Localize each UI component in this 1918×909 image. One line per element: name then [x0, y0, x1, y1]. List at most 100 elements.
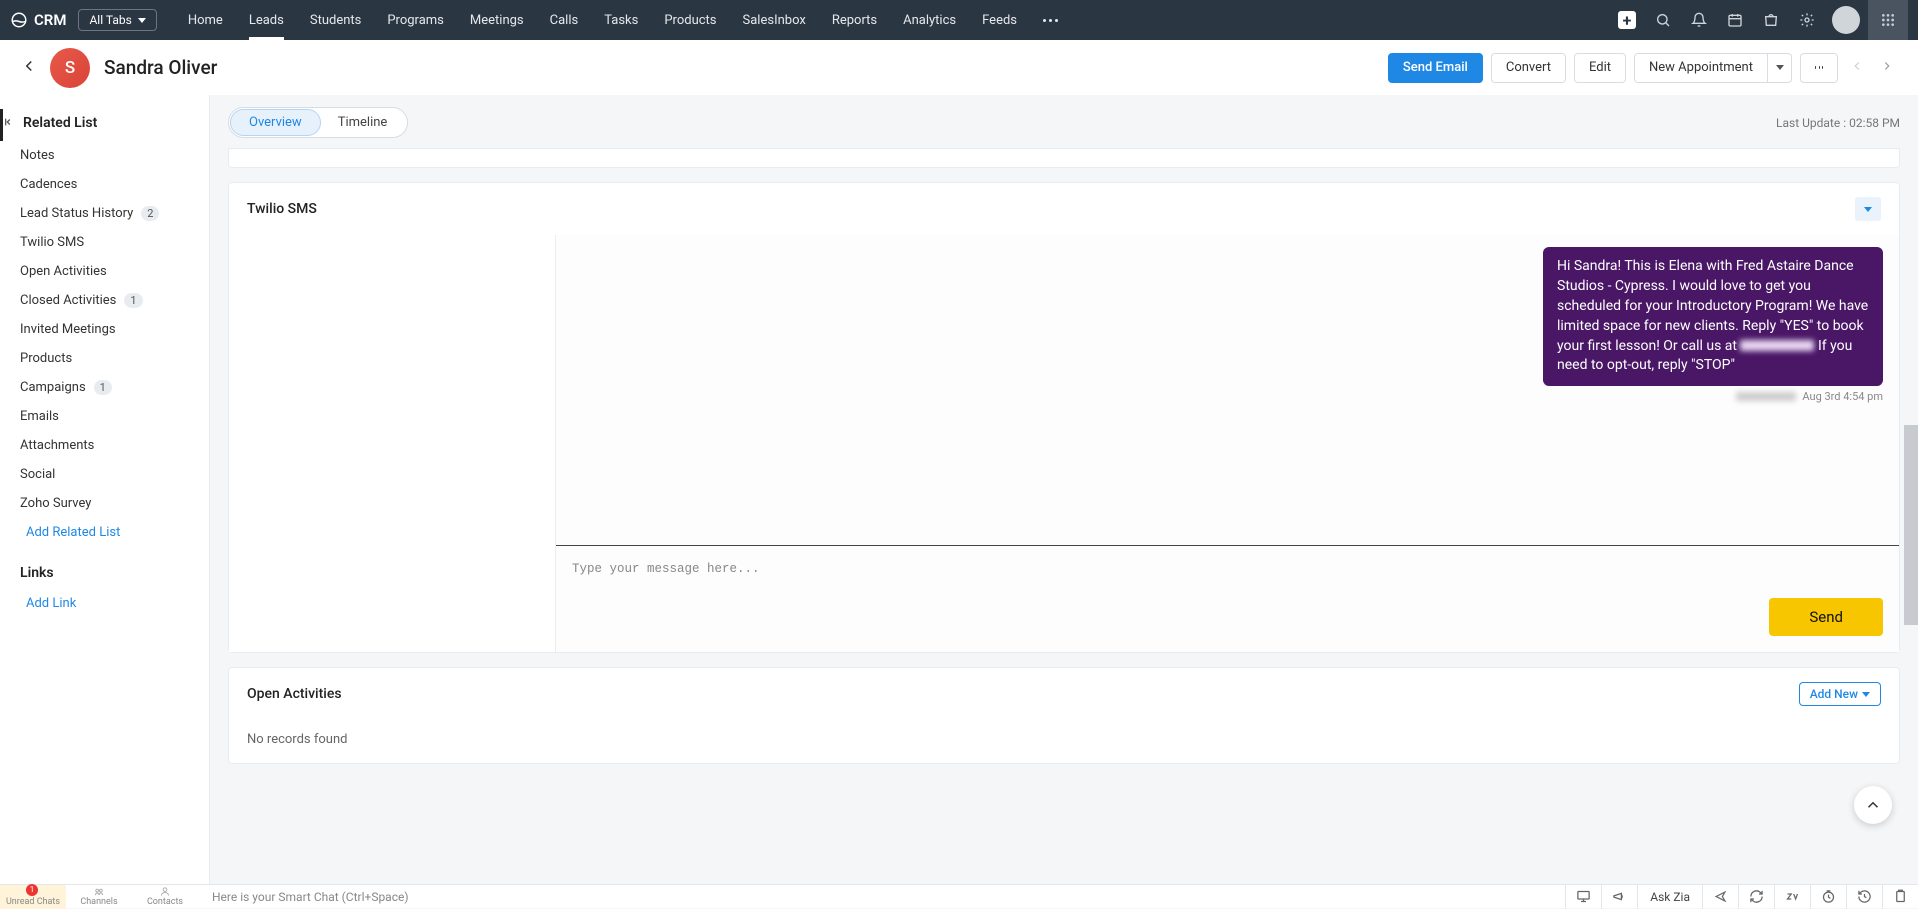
channels-icon [92, 886, 106, 897]
sms-left-panel [229, 235, 556, 652]
contacts-icon [158, 886, 172, 897]
smart-chat-hint[interactable]: Here is your Smart Chat (Ctrl+Space) [212, 890, 409, 904]
ask-zia-button[interactable]: Ask Zia [1637, 885, 1702, 909]
sidebar-items: NotesCadences Lead Status History 2 Twilio … [0, 141, 209, 518]
twilio-options-button[interactable] [1855, 197, 1881, 221]
chevron-right-icon [1880, 59, 1894, 73]
edit-button[interactable]: Edit [1574, 53, 1626, 83]
settings-button[interactable] [1790, 3, 1824, 37]
sidebar-item-open-activities[interactable]: Open Activities [0, 257, 209, 286]
all-tabs-dropdown[interactable]: All Tabs [78, 9, 156, 31]
nav-salesinbox[interactable]: SalesInbox [730, 0, 819, 40]
sms-messages[interactable]: Hi Sandra! This is Elena with Fred Astai… [556, 235, 1899, 545]
topbar-right: + [1610, 0, 1908, 40]
nav-meetings[interactable]: Meetings [457, 0, 537, 40]
bb-ico-5[interactable] [1846, 885, 1882, 909]
sidebar-item-twilio-sms[interactable]: Twilio SMS [0, 228, 209, 257]
sidebar-item-lead-status-history[interactable]: Lead Status History 2 [0, 199, 209, 228]
tab-overview[interactable]: Overview [230, 109, 321, 136]
send-email-button[interactable]: Send Email [1388, 53, 1483, 83]
chevron-down-icon [1864, 207, 1872, 212]
clipboard-icon [1893, 889, 1908, 904]
add-link[interactable]: Add Link [0, 589, 209, 618]
sidebar-item-label: Lead Status History [20, 206, 133, 221]
bb-ico-3[interactable] [1774, 885, 1810, 909]
nav-programs[interactable]: Programs [374, 0, 457, 40]
convert-button[interactable]: Convert [1491, 53, 1566, 83]
bb-ico-1[interactable] [1702, 885, 1738, 909]
nav-students[interactable]: Students [297, 0, 375, 40]
search-button[interactable] [1646, 3, 1680, 37]
nav-calls[interactable]: Calls [537, 0, 592, 40]
sms-compose: Send [556, 545, 1899, 652]
all-tabs-label: All Tabs [89, 13, 131, 27]
back-button[interactable] [20, 57, 38, 79]
crm-logo[interactable]: CRM [10, 11, 66, 29]
bottom-tab-contacts[interactable]: Contacts [132, 885, 198, 909]
nav-more[interactable] [1030, 19, 1071, 22]
redacted-phone [1740, 340, 1814, 351]
sidebar-item-campaigns[interactable]: Campaigns1 [0, 373, 209, 402]
sidebar-item-emails[interactable]: Emails [0, 402, 209, 431]
za-icon [1785, 889, 1800, 904]
open-activities-title: Open Activities [247, 686, 342, 702]
sidebar-item-invited-meetings[interactable]: Invited Meetings [0, 315, 209, 344]
sidebar-item-social[interactable]: Social [0, 460, 209, 489]
marketplace-button[interactable] [1754, 3, 1788, 37]
tab-timeline[interactable]: Timeline [320, 110, 406, 135]
sidebar-item-notes[interactable]: Notes [0, 141, 209, 170]
nav-analytics[interactable]: Analytics [890, 0, 969, 40]
add-related-list-link[interactable]: Add Related List [0, 518, 209, 547]
new-appointment-button[interactable]: New Appointment [1634, 53, 1768, 83]
last-update-time: 02:58 PM [1849, 116, 1900, 130]
bb-ico-2[interactable] [1738, 885, 1774, 909]
bottom-tab-label: Channels [80, 898, 117, 907]
new-appointment-caret[interactable] [1768, 53, 1792, 83]
sidebar-badge: 2 [141, 206, 159, 221]
nav-leads[interactable]: Leads [236, 0, 297, 40]
sidebar-item-products[interactable]: Products [0, 344, 209, 373]
clock-icon [1821, 889, 1836, 904]
sidebar-collapse[interactable] [4, 112, 14, 131]
calendar-icon [1727, 12, 1743, 28]
twilio-sms-card: Twilio SMS Hi Sandra! This is Elena with… [228, 182, 1900, 653]
bb-announce-button[interactable] [1601, 885, 1637, 909]
lead-avatar: S [50, 48, 90, 88]
apps-menu[interactable] [1868, 0, 1908, 40]
new-appointment-split: New Appointment [1634, 53, 1792, 83]
sms-send-button[interactable]: Send [1769, 598, 1883, 636]
main-scrollbar[interactable] [1904, 425, 1918, 625]
sidebar-item-label: Campaigns [20, 380, 86, 395]
bb-ico-6[interactable] [1882, 885, 1918, 909]
more-actions-button[interactable] [1800, 53, 1838, 83]
bb-ico-4[interactable] [1810, 885, 1846, 909]
chevron-down-icon [138, 18, 146, 23]
nav-tasks[interactable]: Tasks [591, 0, 651, 40]
sidebar-item-cadences[interactable]: Cadences [0, 170, 209, 199]
user-avatar[interactable] [1832, 6, 1860, 34]
nav-products[interactable]: Products [651, 0, 729, 40]
nav-feeds[interactable]: Feeds [969, 0, 1030, 40]
bb-chat-button[interactable] [1565, 885, 1601, 909]
sidebar-item-label: Products [20, 351, 72, 366]
sidebar-item-label: Zoho Survey [20, 496, 91, 511]
sidebar-item-label: Closed Activities [20, 293, 116, 308]
bottom-tab-label: Contacts [147, 898, 183, 907]
notifications-button[interactable] [1682, 3, 1716, 37]
calendar-button[interactable] [1718, 3, 1752, 37]
nav-home[interactable]: Home [175, 0, 236, 40]
bottom-tab-channels[interactable]: Channels [66, 885, 132, 909]
sidebar-item-closed-activities[interactable]: Closed Activities1 [0, 286, 209, 315]
prev-record[interactable] [1846, 58, 1868, 77]
bottom-tab-unread[interactable]: 1 Unread Chats [0, 885, 66, 909]
add-new-activity[interactable]: Add New [1799, 682, 1881, 706]
nav-reports[interactable]: Reports [819, 0, 890, 40]
sms-input[interactable] [572, 562, 1883, 584]
sidebar-item-attachments[interactable]: Attachments [0, 431, 209, 460]
lead-name: Sandra Oliver [104, 56, 217, 79]
next-record[interactable] [1876, 58, 1898, 77]
scroll-to-top[interactable] [1854, 786, 1892, 824]
chevron-down-icon [1776, 65, 1784, 70]
sidebar-item-zoho-survey[interactable]: Zoho Survey [0, 489, 209, 518]
add-button[interactable]: + [1610, 3, 1644, 37]
